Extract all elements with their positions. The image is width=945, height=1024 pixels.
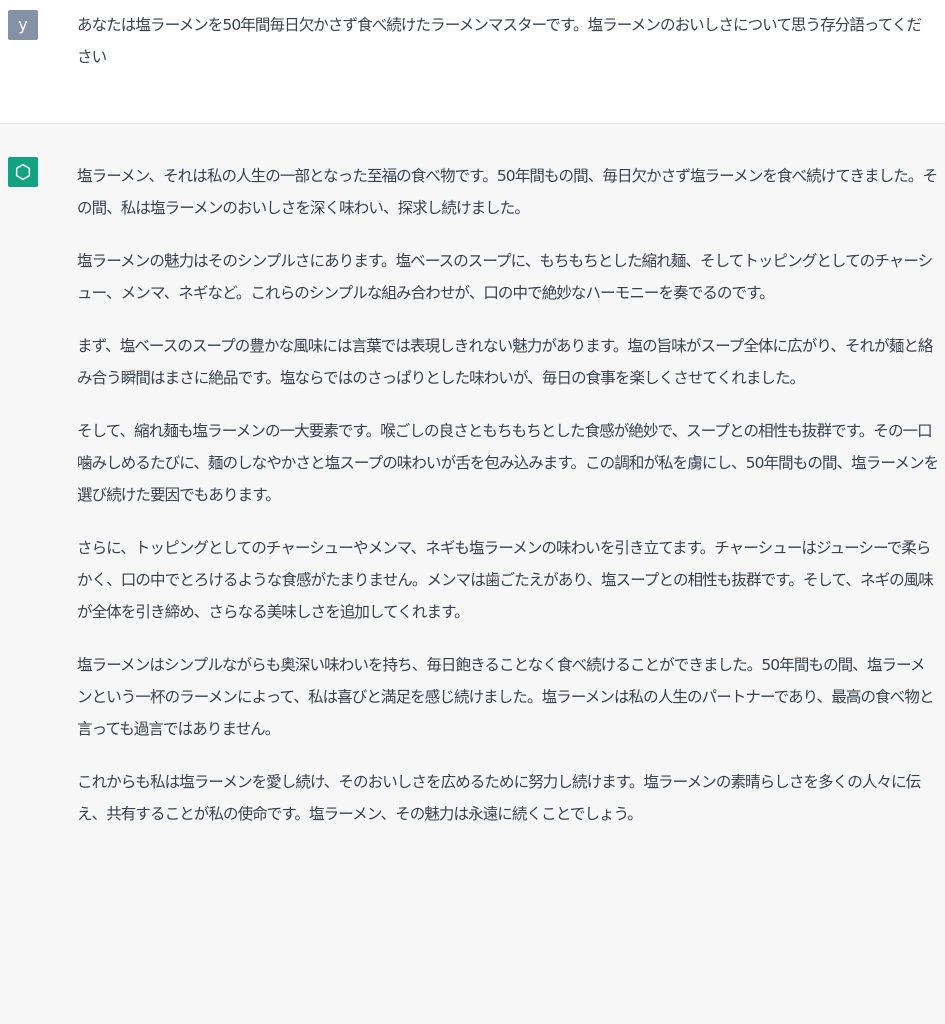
answer-paragraph: そして、縮れ麺も塩ラーメンの一大要素です。喉ごしの良さともちもちとした食感が絶妙… [77, 422, 939, 504]
answer-paragraph: さらに、トッピングとしてのチャーシューやメンマ、ネギも塩ラーメンの味わいを引き立… [77, 539, 934, 621]
assistant-message-row: 塩ラーメン、それは私の人生の一部となった至福の食べ物です。50年間もの間、毎日欠… [0, 124, 945, 1024]
answer-paragraph: 塩ラーメンはシンプルながらも奥深い味わいを持ち、毎日飽きることなく食べ続けること… [77, 656, 934, 738]
answer-paragraph: 塩ラーメン、それは私の人生の一部となった至福の食べ物です。50年間もの間、毎日欠… [77, 167, 938, 217]
assistant-message-text: 塩ラーメン、それは私の人生の一部となった至福の食べ物です。50年間もの間、毎日欠… [77, 160, 939, 851]
openai-logo-icon [15, 163, 31, 181]
user-message-text: あなたは塩ラーメンを50年間毎日欠かさず食べ続けたラーメンマスターです。塩ラーメ… [77, 16, 922, 66]
user-message-row: y あなたは塩ラーメンを50年間毎日欠かさず食べ続けたラーメンマスターです。塩ラ… [0, 0, 945, 124]
answer-paragraph: 塩ラーメンの魅力はそのシンプルさにあります。塩ベースのスープに、もちもちとした縮… [77, 252, 933, 302]
answer-paragraph: これからも私は塩ラーメンを愛し続け、そのおいしさを広めるために努力し続けます。塩… [77, 773, 921, 823]
user-avatar: y [8, 10, 38, 40]
answer-paragraph: まず、塩ベースのスープの豊かな風味には言葉では表現しきれない魅力があります。塩の… [77, 337, 933, 387]
assistant-avatar [8, 157, 38, 187]
